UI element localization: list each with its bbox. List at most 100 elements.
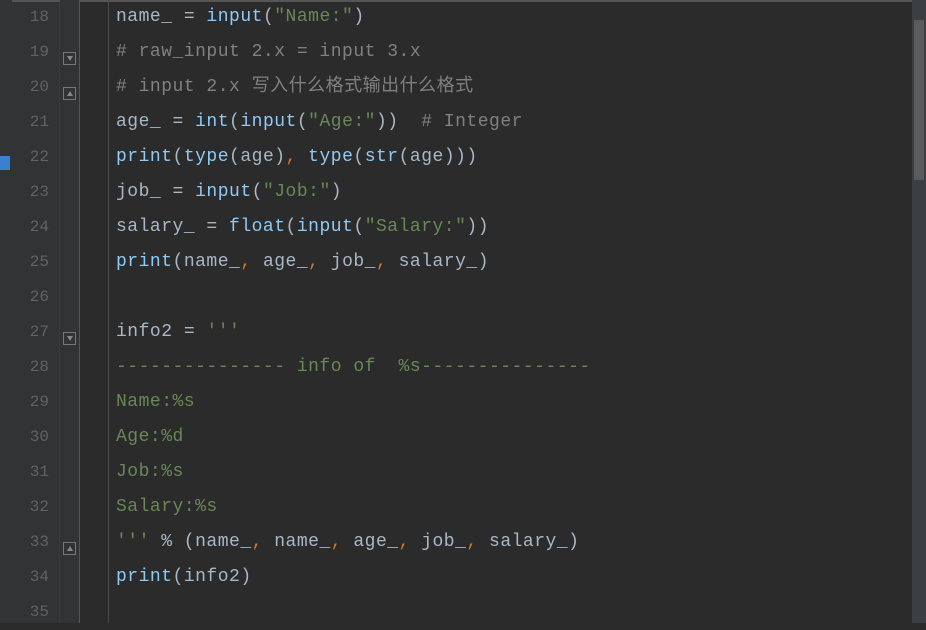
code-line[interactable]: --------------- info of %s--------------… bbox=[80, 350, 926, 385]
code-line[interactable]: # raw_input 2.x = input 3.x bbox=[80, 35, 926, 70]
code-token: ( bbox=[263, 7, 274, 27]
code-line[interactable]: Age:%d bbox=[80, 420, 926, 455]
code-line[interactable]: print(info2) bbox=[80, 560, 926, 595]
line-number[interactable]: 31 bbox=[12, 455, 59, 490]
code-token: print bbox=[116, 567, 173, 587]
code-token: (info2) bbox=[173, 567, 252, 587]
code-token: info2 bbox=[116, 322, 184, 342]
code-token: salary_) bbox=[399, 252, 489, 272]
code-token: ''' bbox=[206, 322, 240, 342]
code-token: # raw_input 2.x = input 3.x bbox=[116, 42, 421, 62]
code-token: ''' bbox=[116, 532, 150, 552]
code-token: , bbox=[252, 532, 275, 552]
code-token: Job:%s bbox=[116, 462, 184, 482]
code-line[interactable]: age_ = int(input("Age:")) # Integer bbox=[80, 105, 926, 140]
code-token: , bbox=[466, 532, 489, 552]
line-number[interactable]: 28 bbox=[12, 350, 59, 385]
code-line[interactable]: Name:%s bbox=[80, 385, 926, 420]
code-token: age_ bbox=[116, 112, 173, 132]
line-number[interactable]: 32 bbox=[12, 490, 59, 525]
code-token: = bbox=[184, 322, 207, 342]
code-token: --------------- info of %s--------------… bbox=[116, 357, 591, 377]
code-token: , bbox=[376, 252, 399, 272]
line-number[interactable]: 21 bbox=[12, 105, 59, 140]
line-number[interactable]: 18 bbox=[12, 0, 59, 35]
code-token: name_ bbox=[116, 7, 184, 27]
code-token: % (name_ bbox=[150, 532, 252, 552]
code-line[interactable]: name_ = input("Name:") bbox=[80, 0, 926, 35]
code-token: (name_ bbox=[173, 252, 241, 272]
code-line[interactable]: salary_ = float(input("Salary:")) bbox=[80, 210, 926, 245]
code-token: input bbox=[206, 7, 263, 27]
indent-guide bbox=[108, 0, 109, 623]
code-token: job_ bbox=[421, 532, 466, 552]
line-number[interactable]: 20 bbox=[12, 70, 59, 105]
code-line[interactable]: ''' % (name_, name_, age_, job_, salary_… bbox=[80, 525, 926, 560]
fold-end-icon[interactable] bbox=[63, 542, 76, 555]
code-line[interactable]: # input 2.x 写入什么格式输出什么格式 bbox=[80, 70, 926, 105]
code-token: type bbox=[308, 147, 353, 167]
line-number[interactable]: 26 bbox=[12, 280, 59, 315]
line-number[interactable]: 35 bbox=[12, 595, 59, 630]
line-number[interactable]: 24 bbox=[12, 210, 59, 245]
line-number[interactable]: 19 bbox=[12, 35, 59, 70]
code-token: job_ bbox=[331, 252, 376, 272]
code-line[interactable]: job_ = input("Job:") bbox=[80, 175, 926, 210]
line-number[interactable]: 29 bbox=[12, 385, 59, 420]
code-line[interactable]: print(type(age), type(str(age))) bbox=[80, 140, 926, 175]
fold-collapse-icon[interactable] bbox=[63, 332, 76, 345]
code-token: ( bbox=[353, 217, 364, 237]
code-area[interactable]: name_ = input("Name:") # raw_input 2.x = … bbox=[80, 0, 926, 623]
line-number[interactable]: 33 bbox=[12, 525, 59, 560]
code-token: # input 2.x 写入什么格式输出什么格式 bbox=[116, 77, 474, 97]
code-token: age_ bbox=[353, 532, 398, 552]
code-token: ( bbox=[353, 147, 364, 167]
code-token: input bbox=[297, 217, 354, 237]
code-token: Salary:%s bbox=[116, 497, 218, 517]
line-number[interactable]: 22 bbox=[12, 140, 59, 175]
code-token: , bbox=[331, 532, 354, 552]
code-token: float bbox=[229, 217, 286, 237]
code-line[interactable]: print(name_, age_, job_, salary_) bbox=[80, 245, 926, 280]
line-number[interactable]: 34 bbox=[12, 560, 59, 595]
fold-collapse-icon[interactable] bbox=[63, 52, 76, 65]
code-line[interactable]: Salary:%s bbox=[80, 490, 926, 525]
line-number[interactable]: 30 bbox=[12, 420, 59, 455]
code-token: ( bbox=[297, 112, 308, 132]
bookmark-column[interactable] bbox=[0, 0, 12, 623]
code-line[interactable] bbox=[80, 280, 926, 315]
code-token: (age))) bbox=[399, 147, 478, 167]
fold-end-icon[interactable] bbox=[63, 87, 76, 100]
code-line[interactable]: info2 = ''' bbox=[80, 315, 926, 350]
line-number[interactable]: 23 bbox=[12, 175, 59, 210]
code-token: print bbox=[116, 147, 173, 167]
code-token: str bbox=[365, 147, 399, 167]
code-token: = bbox=[173, 182, 196, 202]
code-token: salary_) bbox=[489, 532, 579, 552]
code-token: = bbox=[173, 112, 196, 132]
code-token: job_ bbox=[116, 182, 173, 202]
line-number-gutter[interactable]: 181920212223242526272829303132333435 bbox=[12, 0, 60, 623]
line-number[interactable]: 25 bbox=[12, 245, 59, 280]
code-token: "Age:" bbox=[308, 112, 376, 132]
line-number[interactable]: 27 bbox=[12, 315, 59, 350]
code-token: name_ bbox=[274, 532, 331, 552]
code-token: )) bbox=[376, 112, 421, 132]
fold-column[interactable] bbox=[60, 0, 80, 623]
code-token: (age) bbox=[229, 147, 286, 167]
bookmark-marker[interactable] bbox=[0, 156, 10, 170]
code-token: = bbox=[184, 7, 207, 27]
code-token: = bbox=[206, 217, 229, 237]
vertical-scrollbar-track[interactable] bbox=[912, 0, 926, 623]
code-token: ( bbox=[173, 147, 184, 167]
code-editor: 181920212223242526272829303132333435 nam… bbox=[0, 0, 926, 623]
code-token: )) bbox=[466, 217, 489, 237]
code-token: # Integer bbox=[421, 112, 523, 132]
code-line[interactable]: Job:%s bbox=[80, 455, 926, 490]
code-token: int bbox=[195, 112, 229, 132]
code-token: , bbox=[286, 147, 309, 167]
code-token: Age:%d bbox=[116, 427, 184, 447]
vertical-scrollbar-thumb[interactable] bbox=[914, 20, 924, 180]
code-token: "Salary:" bbox=[365, 217, 467, 237]
code-line[interactable] bbox=[80, 595, 926, 630]
